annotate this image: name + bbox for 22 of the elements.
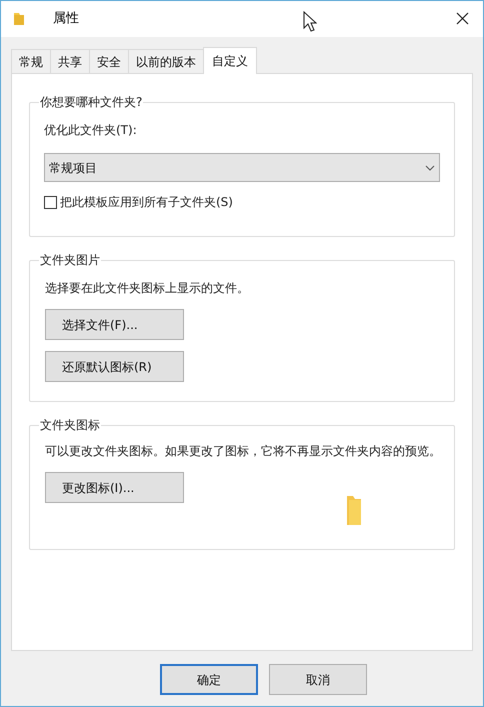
group-title: 文件夹图标	[39, 416, 101, 434]
action-button[interactable]: 还原默认图标(R)	[45, 351, 184, 382]
action-button[interactable]: 选择文件(F)...	[45, 309, 184, 340]
group-title: 你想要哪种文件夹?	[39, 93, 144, 111]
folder-type-dropdown[interactable]: 常规项目	[44, 153, 440, 182]
field-label: 优化此文件夹(T):	[44, 122, 138, 139]
tab[interactable]: 自定义	[203, 47, 257, 74]
cursor-icon	[303, 11, 317, 32]
action-button[interactable]: 更改图标(I)...	[45, 472, 184, 503]
description: 选择要在此文件夹图标上显示的文件。	[45, 280, 250, 297]
chevron-icon	[425, 164, 435, 170]
checkbox[interactable]	[44, 196, 57, 208]
dialog-button[interactable]: 取消	[269, 664, 367, 695]
dialog-button[interactable]: 确定	[160, 664, 258, 695]
folder-icon	[13, 12, 25, 26]
tab[interactable]: 常规	[11, 49, 51, 73]
window-title: 属性	[53, 10, 79, 28]
description: 可以更改文件夹图标。如果更改了图标，它将不再显示文件夹内容的预览。	[45, 443, 442, 460]
checkbox-label: 把此模板应用到所有子文件夹(S)	[60, 194, 233, 211]
group-title: 文件夹图片	[39, 251, 101, 269]
folder-icon	[345, 494, 363, 526]
close-icon[interactable]	[456, 12, 469, 25]
